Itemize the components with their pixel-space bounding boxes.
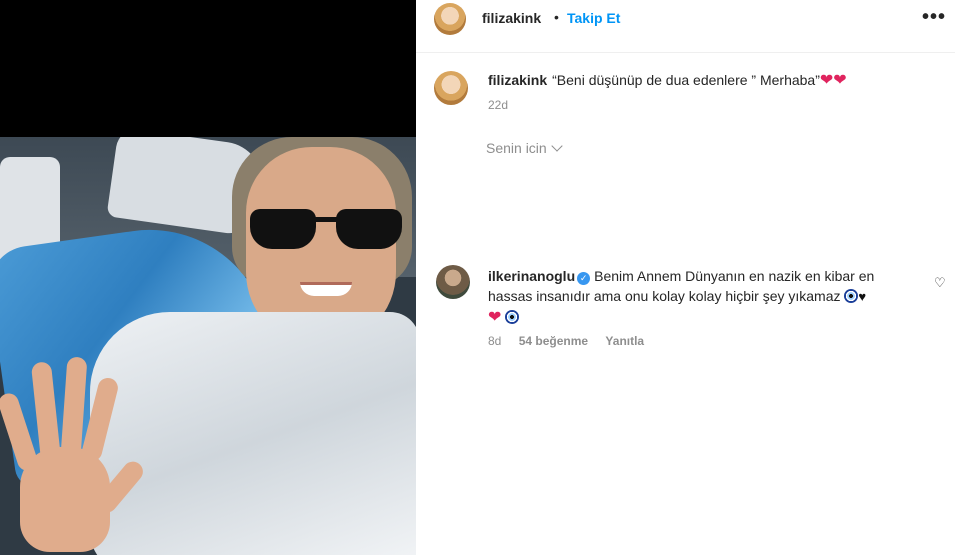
- verified-badge-icon: ✓: [577, 272, 591, 285]
- comment-likes-count[interactable]: 54 beğenme: [519, 334, 588, 348]
- comment-filter-label: Senin icin: [486, 140, 547, 156]
- post-photo: [0, 137, 416, 555]
- author-username[interactable]: filizakink: [482, 10, 541, 26]
- follow-button[interactable]: Takip Et: [567, 10, 620, 26]
- reply-button[interactable]: Yanıtla: [605, 334, 644, 348]
- caption-timestamp[interactable]: 22d: [488, 98, 508, 112]
- evil-eye-emoji: [844, 289, 859, 303]
- commenter-avatar[interactable]: [436, 265, 470, 299]
- black-heart-emoji: ♥: [858, 289, 867, 304]
- photo-white-blanket: [90, 312, 416, 555]
- post-media[interactable]: [0, 0, 416, 555]
- post-caption: filizakink “Beni düşünüp de dua edenlere …: [488, 71, 928, 90]
- author-avatar[interactable]: [434, 3, 466, 35]
- header-divider: [416, 52, 955, 53]
- post-details-panel: filizakink • Takip Et ••• filizakink “Ben…: [416, 0, 955, 555]
- photo-sunglasses: [250, 209, 402, 249]
- commenter-username[interactable]: ilkerinanoglu: [488, 268, 575, 284]
- post-header: filizakink • Takip Et •••: [416, 0, 955, 36]
- comment-item: ilkerinanoglu ✓ Benim Annem Dünyanın en na…: [488, 266, 918, 328]
- comment-like-heart-icon[interactable]: ♡: [934, 275, 946, 291]
- red-heart-emoji: ❤: [488, 309, 502, 326]
- evil-eye-emoji: [505, 310, 520, 324]
- red-heart-emoji: ❤: [819, 72, 834, 89]
- caption-avatar[interactable]: [434, 71, 468, 105]
- photo-smile: [300, 282, 352, 296]
- caption-username[interactable]: filizakink: [488, 72, 547, 88]
- chevron-down-icon: [551, 140, 563, 152]
- photo-waving-hand: [0, 352, 147, 552]
- comment-filter-dropdown[interactable]: Senin icin: [486, 140, 563, 156]
- comment-timestamp[interactable]: 8d: [488, 334, 501, 348]
- red-heart-emoji: ❤: [833, 72, 847, 89]
- caption-text: “Beni düşünüp de dua edenlere ” Merhaba”: [552, 72, 820, 88]
- separator-dot: •: [554, 9, 559, 25]
- more-options-icon[interactable]: •••: [922, 6, 946, 29]
- comment-meta: 8d 54 beğenme Yanıtla: [488, 334, 658, 348]
